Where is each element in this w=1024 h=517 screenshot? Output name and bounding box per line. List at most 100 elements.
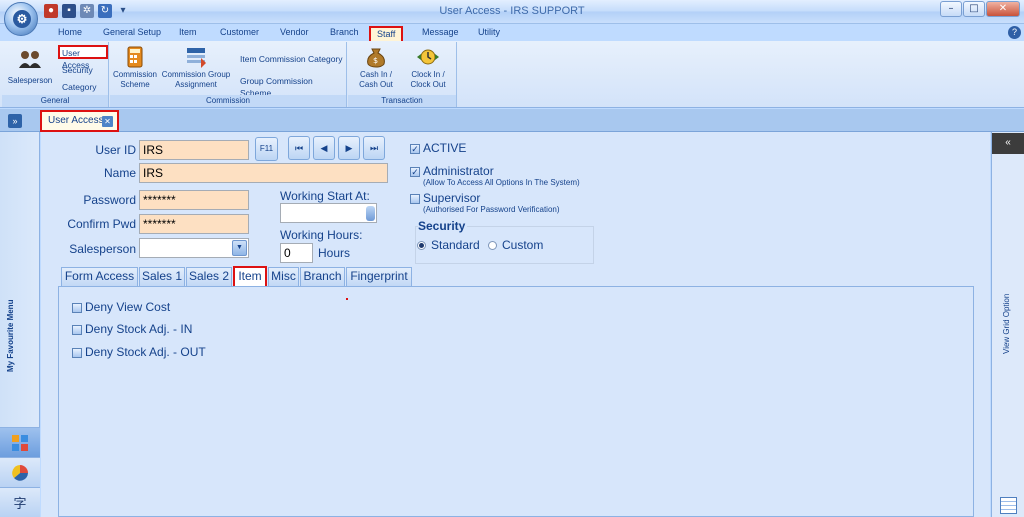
group-commission-scheme-button[interactable]: Group Commission Scheme [238, 75, 346, 98]
grid-icon[interactable] [1000, 497, 1017, 514]
tab-utility[interactable]: Utility [472, 26, 506, 41]
close-button[interactable]: ✕ [986, 1, 1020, 17]
first-record-button[interactable]: ⏮ [288, 136, 310, 160]
administrator-check-icon: ✓ [410, 167, 420, 177]
user-id-label: User ID [95, 143, 136, 157]
deny-view-cost-check-icon [72, 303, 82, 313]
salesperson-dropdown[interactable]: ▼ [139, 238, 249, 258]
tab-misc[interactable]: Misc [268, 267, 299, 286]
collapse-panel-button[interactable]: « [992, 133, 1024, 154]
deny-view-cost-checkbox[interactable]: Deny View Cost [72, 300, 170, 314]
expand-sidebar-icon[interactable]: » [8, 114, 22, 128]
tab-branch-settings[interactable]: Branch [300, 267, 345, 286]
deny-stock-adj-out-checkbox[interactable]: Deny Stock Adj. - OUT [72, 345, 206, 359]
clock-label-1: Clock In / [411, 70, 445, 79]
security-custom-radio[interactable]: Custom [488, 238, 543, 252]
name-field[interactable]: IRS [139, 163, 388, 183]
application-menu-button[interactable]: ⚙ [4, 2, 38, 36]
favourite-menu-panel: My Favourite Menu 字 [0, 132, 40, 517]
document-tab-user-access[interactable]: User Access ✕ [40, 110, 119, 132]
commission-scheme-label-2: Scheme [120, 80, 150, 89]
view-grid-panel: « View Grid Option [991, 132, 1024, 517]
supervisor-description: (Authorised For Password Verification) [423, 205, 560, 214]
password-field[interactable]: ******* [139, 190, 249, 210]
salesperson-label-field: Salesperson [69, 242, 136, 256]
view-grid-option-label[interactable]: View Grid Option [1002, 294, 1011, 354]
help-icon[interactable]: ? [1008, 26, 1021, 39]
next-record-button[interactable]: ▶ [338, 136, 360, 160]
deny-stock-adj-out-label: Deny Stock Adj. - OUT [85, 345, 206, 359]
minimize-button[interactable]: – [940, 1, 962, 17]
tab-form-access[interactable]: Form Access [61, 267, 138, 286]
commission-scheme-button[interactable]: Commission Scheme [112, 46, 158, 90]
svg-text:$: $ [373, 56, 378, 65]
tab-fingerprint[interactable]: Fingerprint [346, 267, 412, 286]
f11-lookup-button[interactable]: F11 [255, 137, 278, 161]
working-hours-field[interactable]: 0 [280, 243, 313, 263]
working-start-label: Working Start At: [280, 189, 370, 203]
active-label: ACTIVE [423, 141, 467, 155]
cash-in-out-button[interactable]: $ Cash In / Cash Out [352, 46, 400, 90]
clock-in-out-button[interactable]: Clock In / Clock Out [404, 46, 452, 90]
tab-vendor[interactable]: Vendor [274, 26, 315, 41]
people-icon [19, 51, 41, 68]
module-nav-button[interactable] [0, 427, 40, 457]
language-nav-button[interactable]: 字 [0, 487, 40, 517]
tab-sales-2[interactable]: Sales 2 [186, 267, 232, 286]
document-tab-label: User Access [48, 115, 104, 126]
administrator-label: Administrator [423, 164, 494, 178]
close-tab-icon[interactable]: ✕ [102, 116, 113, 127]
tab-sales-1[interactable]: Sales 1 [139, 267, 185, 286]
salesperson-button[interactable]: Salesperson [4, 48, 56, 86]
deny-view-cost-label: Deny View Cost [85, 300, 171, 314]
window-title: User Access - IRS SUPPORT [439, 5, 585, 17]
ribbon-body: Salesperson User Access Security Categor… [0, 41, 1024, 108]
radio-unselected-icon [488, 240, 497, 250]
security-button[interactable]: Security [60, 64, 95, 78]
tab-home[interactable]: Home [52, 26, 88, 41]
security-standard-radio[interactable]: Standard [417, 238, 480, 252]
user-access-button[interactable]: User Access [58, 45, 108, 70]
active-check-icon: ✓ [410, 144, 420, 154]
working-start-field[interactable] [280, 203, 377, 223]
category-button[interactable]: Category [60, 81, 99, 95]
tab-item-settings[interactable]: Item [233, 266, 267, 288]
confirm-pwd-field[interactable]: ******* [139, 214, 249, 234]
tab-message[interactable]: Message [416, 26, 465, 41]
navigation-buttons: 字 [0, 427, 40, 517]
password-label: Password [83, 193, 136, 207]
name-label: Name [103, 166, 136, 180]
ribbon-group-general: Salesperson User Access Security Categor… [2, 42, 109, 107]
tab-item[interactable]: Item [173, 26, 203, 41]
tab-staff[interactable]: Staff [369, 26, 404, 41]
administrator-checkbox[interactable]: ✓ Administrator (Allow To Access All Opt… [410, 164, 580, 187]
deny-stock-adj-in-check-icon [72, 325, 82, 335]
calculator-icon [127, 46, 143, 68]
favourite-menu-label[interactable]: My Favourite Menu [6, 300, 15, 372]
document-tab-strip: » User Access ✕ [0, 109, 1024, 132]
previous-record-button[interactable]: ◀ [313, 136, 335, 160]
active-checkbox[interactable]: ✓ ACTIVE [410, 141, 466, 155]
tab-branch[interactable]: Branch [324, 26, 365, 41]
deny-stock-adj-in-checkbox[interactable]: Deny Stock Adj. - IN [72, 322, 192, 336]
last-record-button[interactable]: ⏭ [363, 136, 385, 160]
tab-general-setup[interactable]: General Setup [97, 26, 167, 41]
user-id-field[interactable]: IRS [139, 140, 249, 160]
money-bag-icon: $ [367, 48, 385, 68]
commission-group-label-2: Assignment [175, 80, 217, 89]
time-spinner-icon[interactable] [366, 206, 375, 221]
title-bar: ⚙ ● ▪ ✲ ↻ ▾ User Access - IRS SUPPORT – … [0, 0, 1024, 36]
reports-nav-button[interactable] [0, 457, 40, 487]
group-caption-general: General [2, 95, 108, 107]
tab-customer[interactable]: Customer [214, 26, 265, 41]
item-commission-category-button[interactable]: Item Commission Category [238, 53, 345, 67]
chevron-down-icon[interactable]: ▼ [232, 240, 247, 256]
maximize-button[interactable]: □ [963, 1, 985, 17]
ribbon-group-transaction: $ Cash In / Cash Out Clock In / Clock Ou… [348, 42, 457, 107]
supervisor-checkbox[interactable]: Supervisor (Authorised For Password Veri… [410, 191, 560, 214]
custom-label: Custom [502, 238, 544, 252]
hours-unit-label: Hours [318, 246, 351, 260]
supervisor-check-icon [410, 194, 420, 204]
group-caption-transaction: Transaction [348, 95, 456, 107]
commission-group-assignment-button[interactable]: Commission Group Assignment [160, 46, 232, 90]
